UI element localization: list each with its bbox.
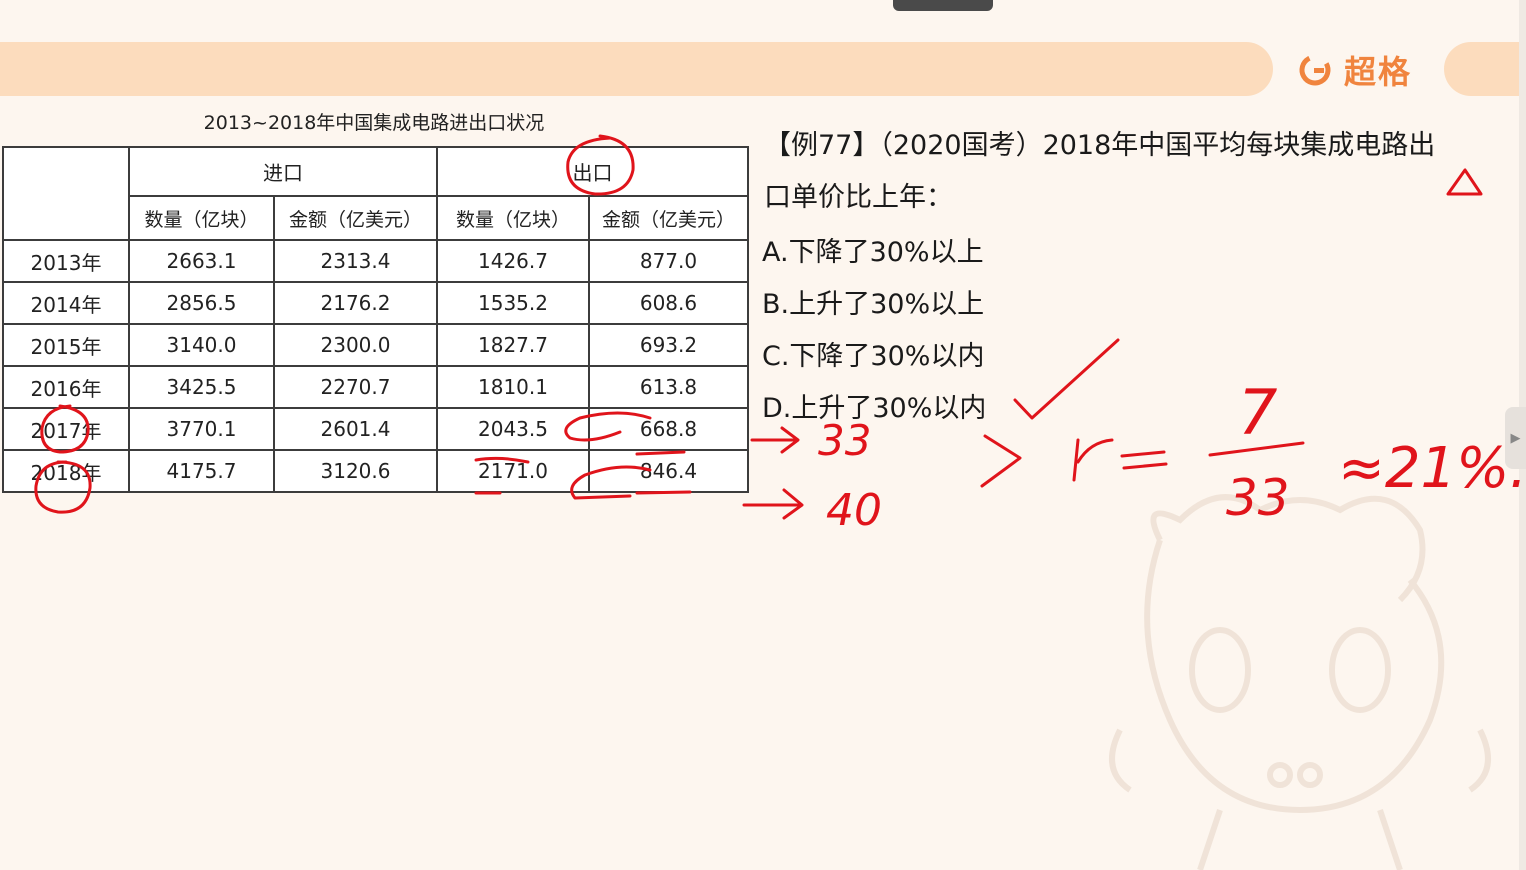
year-cell: 2013年 (2, 239, 130, 283)
annotation-40: 40 (826, 485, 882, 536)
import-amount-header: 金额（亿美元） (273, 195, 438, 241)
arrow-2017-icon (750, 426, 800, 454)
equals-icon (1120, 450, 1168, 470)
letter-r-icon (1072, 438, 1114, 482)
year-cell: 2015年 (2, 323, 130, 367)
greater-than-icon (980, 434, 1022, 488)
question-line-1: 【例77】（2020国考）2018年中国平均每块集成电路出 (764, 130, 1436, 161)
option-d[interactable]: D.上升了30%以内 (762, 386, 986, 425)
export-quantity-cell: 1426.7 (436, 239, 590, 283)
import-quantity-cell: 4175.7 (128, 449, 275, 493)
import-header: 进口 (128, 146, 438, 197)
table-row: 2016年 3425.5 2270.7 1810.1 613.8 (2, 365, 749, 409)
fraction-bar-icon (1208, 441, 1305, 457)
table-header-row: 进口 出口 (2, 146, 749, 241)
table-row: 2018年 4175.7 3120.6 2171.0 846.4 (2, 449, 749, 493)
export-amount-cell: 877.0 (588, 239, 749, 283)
arrow-2018-icon (742, 488, 804, 520)
export-quantity-cell: 1810.1 (436, 365, 590, 409)
export-quantity-cell: 2043.5 (436, 407, 590, 451)
export-amount-cell: 613.8 (588, 365, 749, 409)
year-cell: 2016年 (2, 365, 130, 409)
import-amount-cell: 2270.7 (273, 365, 438, 409)
question-line-2: 口单价比上年： (764, 182, 953, 213)
top-banner-right (1444, 42, 1526, 96)
export-quantity-header: 数量（亿块） (436, 195, 590, 241)
top-banner (0, 42, 1273, 96)
export-amount-cell: 693.2 (588, 323, 749, 367)
table-title: 2013~2018年中国集成电路进出口状况 (203, 112, 545, 134)
import-amount-cell: 2601.4 (273, 407, 438, 451)
option-c[interactable]: C.下降了30%以内 (762, 334, 984, 373)
year-cell: 2014年 (2, 281, 130, 325)
checkmark-icon (1013, 338, 1120, 420)
import-quantity-cell: 3140.0 (128, 323, 275, 367)
import-amount-cell: 2313.4 (273, 239, 438, 283)
fraction-numerator: 7 (1238, 376, 1277, 449)
side-panel-toggle[interactable]: ▶ (1505, 407, 1526, 469)
table-row: 2014年 2856.5 2176.2 1535.2 608.6 (2, 281, 749, 325)
brand-name: 超格 (1344, 53, 1413, 91)
import-amount-cell: 3120.6 (273, 449, 438, 493)
export-amount-header: 金额（亿美元） (588, 195, 749, 241)
export-header: 出口 (436, 146, 749, 197)
import-amount-cell: 2300.0 (273, 323, 438, 367)
import-quantity-cell: 2856.5 (128, 281, 275, 325)
export-amount-cell: 608.6 (588, 281, 749, 325)
export-quantity-cell: 2171.0 (436, 449, 590, 493)
top-drag-handle[interactable] (893, 0, 993, 11)
import-quantity-cell: 2663.1 (128, 239, 275, 283)
import-amount-cell: 2176.2 (273, 281, 438, 325)
brand-logo-icon (1299, 54, 1331, 86)
year-cell: 2017年 (2, 407, 130, 451)
table-corner-cell (2, 146, 130, 241)
mascot-watermark-icon (1109, 494, 1491, 870)
table-row: 2013年 2663.1 2313.4 1426.7 877.0 (2, 239, 749, 283)
brand-logo: 超格 (1298, 48, 1412, 92)
import-quantity-cell: 3425.5 (128, 365, 275, 409)
import-quantity-cell: 3770.1 (128, 407, 275, 451)
option-b[interactable]: B.上升了30%以上 (762, 282, 984, 321)
export-amount-cell: 668.8 (588, 407, 749, 451)
chevron-right-icon: ▶ (1510, 430, 1521, 446)
year-cell: 2018年 (2, 449, 130, 493)
export-amount-cell: 846.4 (588, 449, 749, 493)
export-quantity-cell: 1827.7 (436, 323, 590, 367)
import-export-table: 进口 出口 数量（亿块） 金额（亿美元） 数量（亿块） 金额（亿美元） 2013… (2, 146, 749, 493)
table-row: 2017年 3770.1 2601.4 2043.5 668.8 (2, 407, 749, 451)
option-a[interactable]: A.下降了30%以上 (762, 230, 984, 269)
import-quantity-header: 数量（亿块） (128, 195, 275, 241)
table-row: 2015年 3140.0 2300.0 1827.7 693.2 (2, 323, 749, 367)
export-quantity-cell: 1535.2 (436, 281, 590, 325)
question-block: 【例77】（2020国考）2018年中国平均每块集成电路出 口单价比上年： (764, 122, 1494, 226)
